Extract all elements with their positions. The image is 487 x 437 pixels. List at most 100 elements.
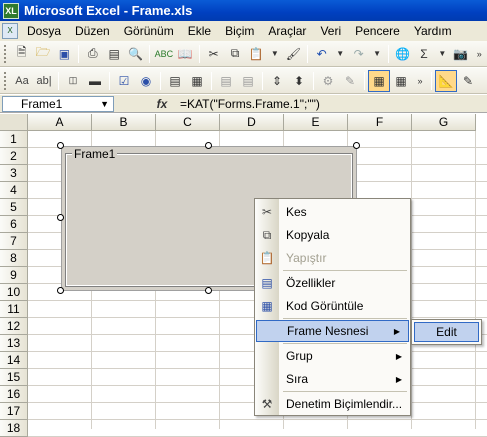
column-header-f[interactable]: F bbox=[348, 114, 412, 131]
resize-handle-n[interactable] bbox=[205, 142, 212, 149]
column-header-g[interactable]: G bbox=[412, 114, 476, 131]
more-icon[interactable]: » bbox=[472, 43, 487, 65]
save-icon[interactable]: ▣ bbox=[54, 43, 75, 65]
title-bar[interactable]: XL Microsoft Excel - Frame.xls bbox=[0, 0, 487, 21]
print-icon[interactable]: ⎙ bbox=[82, 43, 103, 65]
fx-icon[interactable]: fx bbox=[144, 97, 180, 111]
row-header-13[interactable]: 13 bbox=[0, 335, 28, 352]
row-header-12[interactable]: 12 bbox=[0, 318, 28, 335]
redo-dropdown-icon[interactable]: ▼ bbox=[369, 43, 385, 65]
autosum-icon[interactable]: Σ bbox=[413, 43, 434, 65]
row-header-2[interactable]: 2 bbox=[0, 148, 28, 165]
resize-handle-ne[interactable] bbox=[353, 142, 360, 149]
resize-handle-w[interactable] bbox=[57, 214, 64, 221]
document-icon[interactable]: X bbox=[2, 23, 18, 39]
column-header-d[interactable]: D bbox=[220, 114, 284, 131]
more-icon[interactable]: » bbox=[412, 70, 428, 92]
menu-item-cut[interactable]: ✂ Kes bbox=[255, 201, 410, 223]
print-preview-icon[interactable]: ▤ bbox=[103, 43, 124, 65]
menu-gorunum[interactable]: Görünüm bbox=[117, 24, 181, 38]
menu-veri[interactable]: Veri bbox=[313, 24, 348, 38]
checkbox-icon[interactable]: ☑ bbox=[113, 70, 135, 92]
chart-icon[interactable]: 📷 bbox=[450, 43, 471, 65]
row-header-3[interactable]: 3 bbox=[0, 165, 28, 182]
menu-pencere[interactable]: Pencere bbox=[348, 24, 407, 38]
redo-icon[interactable]: ↷ bbox=[348, 43, 369, 65]
menu-item-properties[interactable]: ▤ Özellikler bbox=[255, 272, 410, 294]
column-header-e[interactable]: E bbox=[284, 114, 348, 131]
open-icon[interactable]: 🗁 bbox=[32, 43, 53, 65]
row-header-4[interactable]: 4 bbox=[0, 182, 28, 199]
design-mode-icon[interactable]: 📐 bbox=[435, 69, 457, 92]
combo-dropdown-edit-icon[interactable]: ▤ bbox=[237, 70, 259, 92]
control-properties-icon[interactable]: ⚙ bbox=[317, 70, 339, 92]
column-header-b[interactable]: B bbox=[92, 114, 156, 131]
run-dialog-icon[interactable]: ▦ bbox=[390, 70, 412, 92]
menu-araclar[interactable]: Araçlar bbox=[261, 24, 313, 38]
cut-icon[interactable]: ✂ bbox=[203, 43, 224, 65]
row-header-9[interactable]: 9 bbox=[0, 267, 28, 284]
chevron-down-icon[interactable]: ▼ bbox=[100, 97, 109, 111]
combobox-icon[interactable]: ▦ bbox=[186, 70, 208, 92]
resize-handle-nw[interactable] bbox=[57, 142, 64, 149]
resize-handle-sw[interactable] bbox=[57, 287, 64, 294]
menu-item-view-code[interactable]: ▦ Kod Görüntüle bbox=[255, 295, 410, 317]
format-painter-icon[interactable]: 🖌 bbox=[283, 43, 304, 65]
cut-icon: ✂ bbox=[261, 205, 273, 219]
menu-item-format-control[interactable]: ⚒ Denetim Biçimlendir... bbox=[255, 393, 410, 415]
menu-item-frame-object[interactable]: Frame Nesnesi ▶ bbox=[256, 320, 409, 342]
copy-icon[interactable]: ⧉ bbox=[224, 43, 245, 65]
row-header-17[interactable]: 17 bbox=[0, 403, 28, 420]
menu-item-group[interactable]: Grup ▶ bbox=[255, 345, 410, 367]
row-header-16[interactable]: 16 bbox=[0, 386, 28, 403]
row-header-8[interactable]: 8 bbox=[0, 250, 28, 267]
row-header-1[interactable]: 1 bbox=[0, 131, 28, 148]
edit-code-icon[interactable]: ✎ bbox=[339, 70, 361, 92]
toolbar-grip[interactable] bbox=[4, 44, 7, 63]
row-header-7[interactable]: 7 bbox=[0, 233, 28, 250]
hyperlink-icon[interactable]: 🌐 bbox=[392, 43, 413, 65]
autosum-dropdown-icon[interactable]: ▼ bbox=[435, 43, 451, 65]
menu-item-copy[interactable]: ⧉ Kopyala bbox=[255, 224, 410, 246]
row-header-14[interactable]: 14 bbox=[0, 352, 28, 369]
menu-bicim[interactable]: Biçim bbox=[218, 24, 261, 38]
undo-icon[interactable]: ↶ bbox=[311, 43, 332, 65]
draw-icon[interactable]: ✎ bbox=[457, 70, 479, 92]
row-header-10[interactable]: 10 bbox=[0, 284, 28, 301]
menu-yardim[interactable]: Yardım bbox=[407, 24, 459, 38]
column-header-a[interactable]: A bbox=[28, 114, 92, 131]
menu-duzen[interactable]: Düzen bbox=[68, 24, 117, 38]
undo-dropdown-icon[interactable]: ▼ bbox=[332, 43, 348, 65]
menu-dosya[interactable]: Dosya bbox=[20, 24, 68, 38]
combo-list-edit-icon[interactable]: ▤ bbox=[215, 70, 237, 92]
name-box[interactable]: Frame1 ▼ bbox=[2, 95, 114, 112]
paste-dropdown-icon[interactable]: ▼ bbox=[267, 43, 283, 65]
groupbox-icon[interactable]: ◫ bbox=[62, 70, 84, 92]
row-header-6[interactable]: 6 bbox=[0, 216, 28, 233]
submenu-arrow-icon: ▶ bbox=[393, 326, 400, 336]
spinner-icon[interactable]: ⬍ bbox=[288, 70, 310, 92]
spelling-icon[interactable]: ABC bbox=[153, 43, 174, 65]
select-all-corner[interactable] bbox=[0, 114, 28, 131]
scrollbar-icon[interactable]: ⇕ bbox=[266, 70, 288, 92]
menu-ekle[interactable]: Ekle bbox=[181, 24, 218, 38]
row-header-5[interactable]: 5 bbox=[0, 199, 28, 216]
toggle-grid-icon[interactable]: ▦ bbox=[368, 69, 390, 92]
editbox-icon[interactable]: ab| bbox=[33, 70, 55, 92]
research-icon[interactable]: 📖 bbox=[175, 43, 196, 65]
column-header-c[interactable]: C bbox=[156, 114, 220, 131]
listbox-icon[interactable]: ▤ bbox=[164, 70, 186, 92]
option-button-icon[interactable]: ◉ bbox=[135, 70, 157, 92]
button-icon[interactable]: ▬ bbox=[84, 70, 106, 92]
new-icon[interactable]: 🗎 bbox=[11, 43, 32, 65]
label-icon[interactable]: Aa bbox=[11, 70, 33, 92]
paste-icon[interactable]: 📋 bbox=[246, 43, 267, 65]
menu-item-order[interactable]: Sıra ▶ bbox=[255, 368, 410, 390]
row-header-15[interactable]: 15 bbox=[0, 369, 28, 386]
submenu-item-edit[interactable]: Edit bbox=[414, 322, 479, 342]
toolbar-grip[interactable] bbox=[4, 71, 7, 90]
preview-icon[interactable]: 🔍 bbox=[125, 43, 146, 65]
formula-input[interactable]: =KAT("Forms.Frame.1";"") bbox=[180, 97, 320, 111]
resize-handle-s[interactable] bbox=[205, 287, 212, 294]
row-header-11[interactable]: 11 bbox=[0, 301, 28, 318]
